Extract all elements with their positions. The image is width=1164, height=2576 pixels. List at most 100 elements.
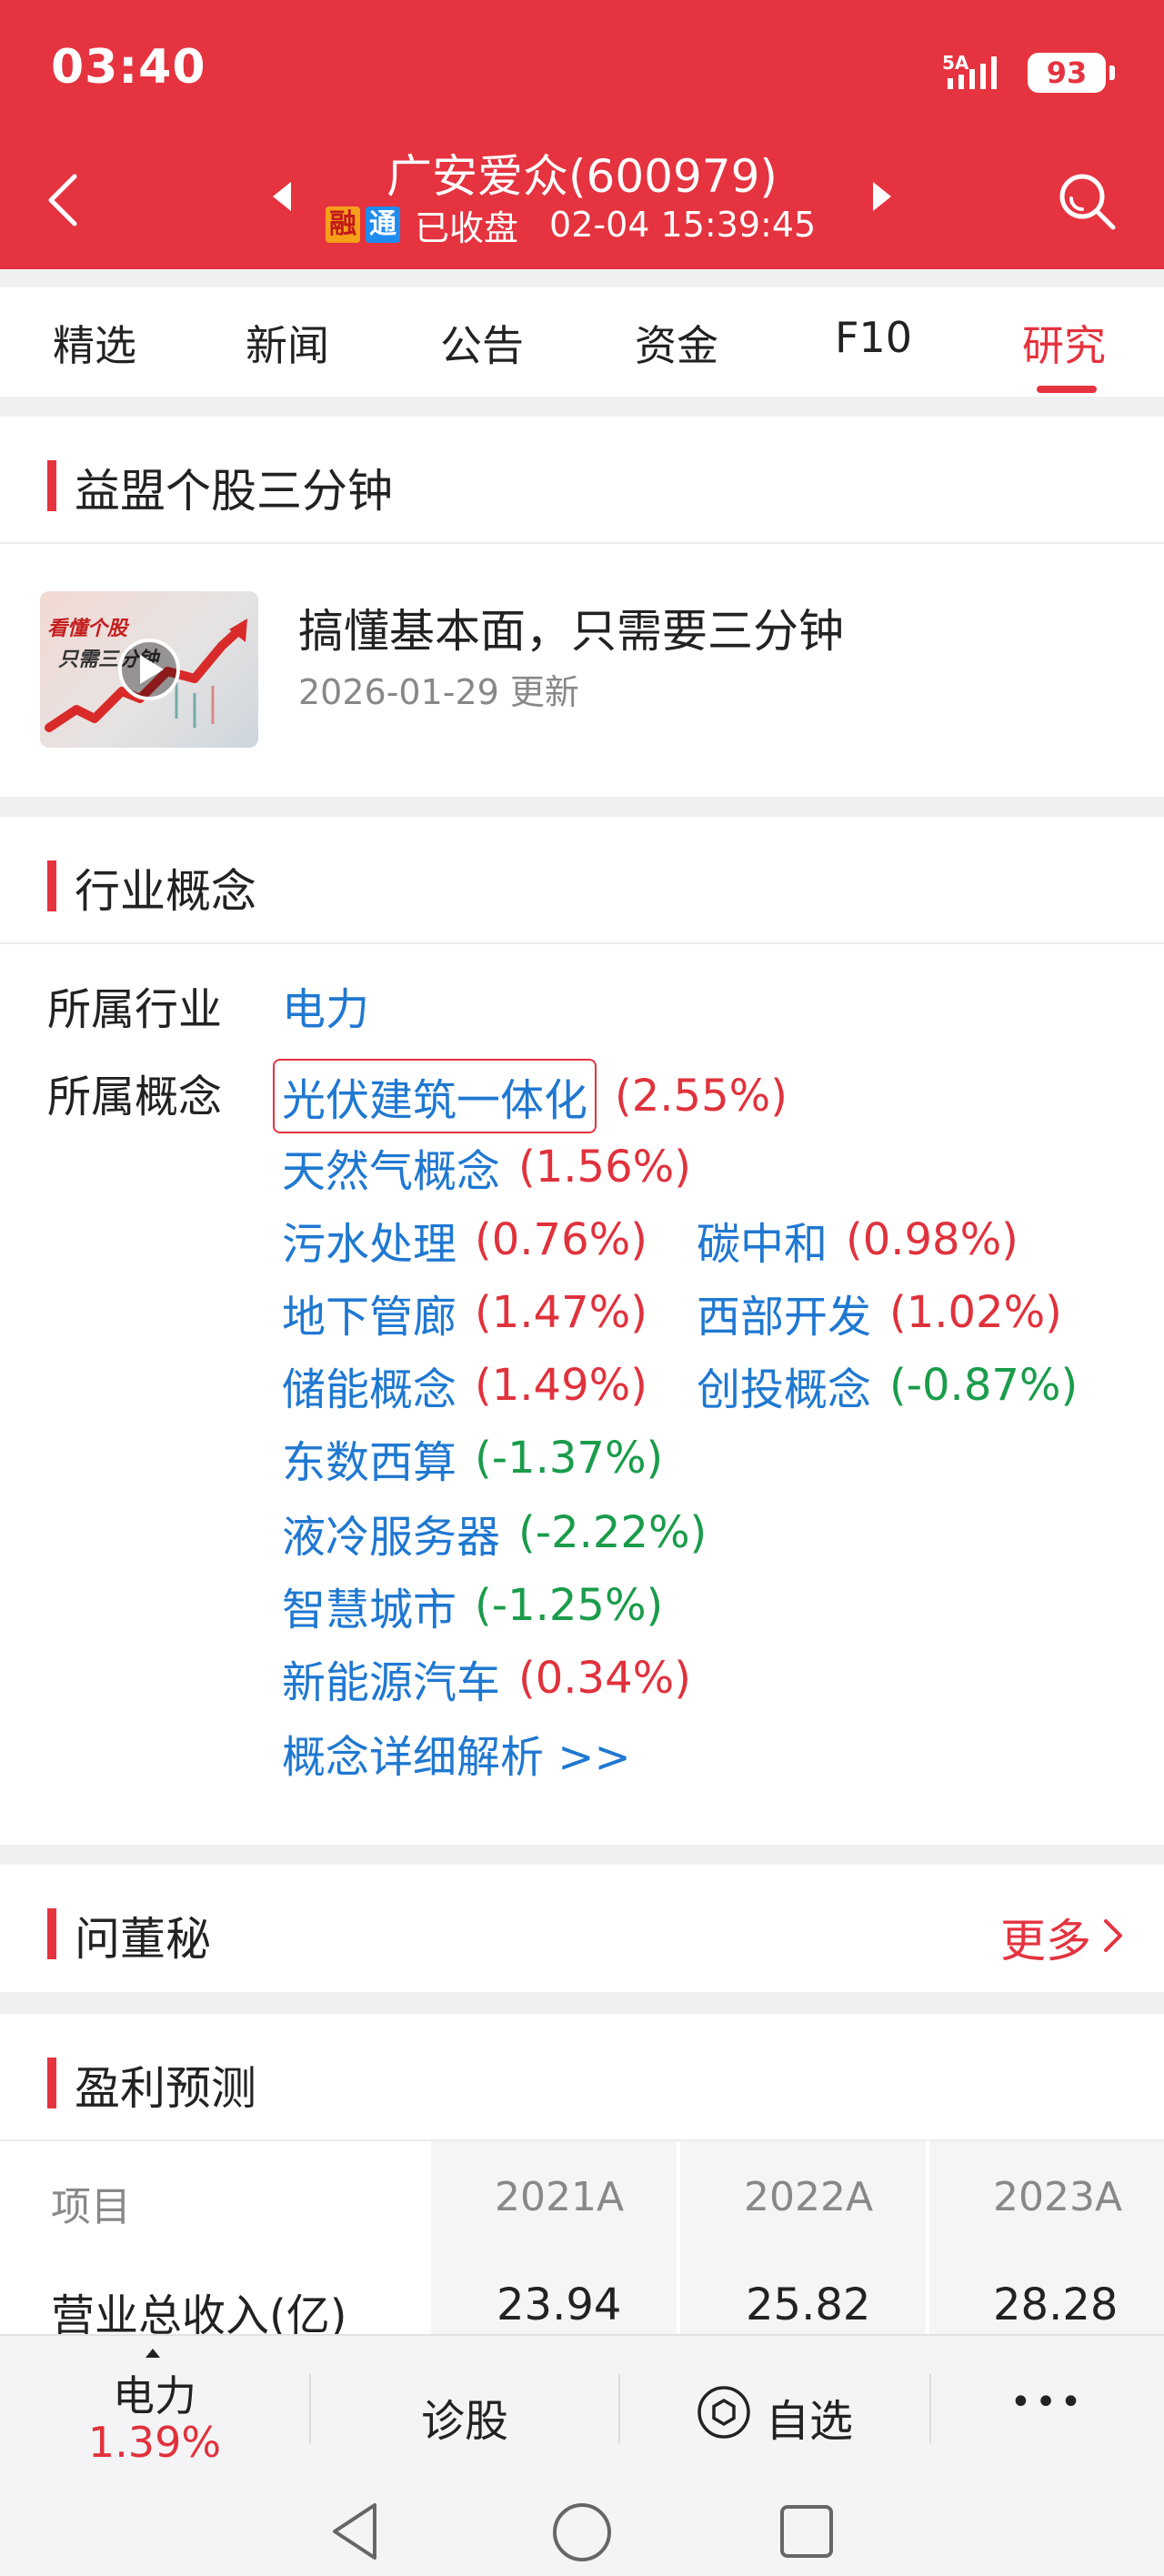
active-tab-indicator: [1037, 386, 1097, 393]
stock-connect-badge: 通: [366, 206, 400, 243]
concept-row-3: 污水处理 (0.76%) 碳中和 (0.98%): [282, 1208, 1018, 1272]
concept-row-9: 新能源汽车 (0.34%): [282, 1646, 691, 1710]
stock-subtitle: 融 通 已收盘 02-04 15:39:45: [326, 202, 817, 248]
concept-name[interactable]: 创投概念: [697, 1353, 871, 1417]
concept-name[interactable]: 西部开发: [697, 1281, 871, 1344]
section-title: 盈利预测: [75, 2062, 256, 2115]
concept-change: (-2.22%): [518, 1507, 707, 1558]
market-status: 已收盘: [415, 207, 519, 248]
industry-row: 电力: [282, 973, 369, 1037]
concept-name[interactable]: 智慧城市: [282, 1574, 457, 1637]
concept-name[interactable]: 储能概念: [282, 1353, 457, 1417]
concept-name[interactable]: 液冷服务器: [282, 1501, 500, 1565]
concept-detail-row: 概念详细解析 >>: [282, 1721, 631, 1785]
concept-change: (0.76%): [475, 1214, 647, 1265]
yimeng-section: 益盟个股三分钟 看懂个股 只需三分钟 搞懂基本面，只需要三分钟 2026-01-…: [0, 417, 1164, 797]
concept-change: (1.47%): [475, 1287, 647, 1338]
industry-concept-section: 行业概念 所属行业 电力 所属概念 光伏建筑一体化 (2.55%) 天然气概念 …: [0, 817, 1164, 1845]
tab-news[interactable]: 新闻: [246, 313, 329, 373]
diagnose-button[interactable]: 诊股: [311, 2336, 618, 2487]
nav-recents-icon[interactable]: [778, 2503, 835, 2560]
tab-f10[interactable]: F10: [835, 313, 912, 362]
concept-row-7: 液冷服务器 (-2.22%): [282, 1501, 707, 1565]
concept-label: 所属概念: [47, 1072, 223, 1122]
concept-detail-link[interactable]: 概念详细解析 >>: [282, 1721, 631, 1785]
section-accent-bar: [47, 460, 56, 511]
tab-jingxuan[interactable]: 精选: [53, 313, 136, 373]
tab-research[interactable]: 研究: [1022, 313, 1106, 373]
industry-label: 所属行业: [47, 984, 223, 1035]
nav-home-icon[interactable]: [551, 2501, 613, 2563]
concept-name[interactable]: 天然气概念: [282, 1135, 500, 1199]
battery-tip: [1109, 65, 1115, 80]
concept-name[interactable]: 污水处理: [282, 1208, 457, 1272]
industry-value[interactable]: 电力: [282, 973, 369, 1037]
table-header-year: 2022A: [744, 2174, 874, 2220]
network-label: 5A: [942, 52, 969, 74]
sector-button[interactable]: 电力 1.39%: [0, 2336, 309, 2487]
table-cell: 23.94: [497, 2279, 622, 2330]
video-updated-date: 2026-01-29 更新: [298, 672, 579, 712]
quote-datetime: 02-04 15:39:45: [549, 205, 817, 245]
watchlist-icon: [697, 2386, 750, 2439]
table-cell: 28.28: [993, 2279, 1119, 2330]
table-header-year: 2021A: [495, 2174, 625, 2220]
concept-change: (0.98%): [845, 1214, 1018, 1265]
nav-back-icon[interactable]: [327, 2500, 384, 2563]
section-accent-bar: [47, 2058, 56, 2108]
section-title: 问董秘: [75, 1913, 211, 1966]
thumbnail-graphic: 看懂个股 只需三分钟: [45, 617, 247, 732]
prev-stock-icon[interactable]: [269, 178, 295, 215]
diagnose-label: 诊股: [420, 2396, 508, 2447]
thumbnail-text-1: 看懂个股: [47, 617, 130, 640]
concept-row-5: 储能概念 (1.49%) 创投概念 (-0.87%): [282, 1353, 1078, 1417]
section-title: 行业概念: [75, 865, 256, 918]
video-title[interactable]: 搞懂基本面，只需要三分钟: [298, 595, 844, 660]
concept-row-4: 地下管廊 (1.47%) 西部开发 (1.02%): [282, 1281, 1062, 1344]
concept-row-6: 东数西算 (-1.37%): [282, 1426, 663, 1490]
more-options-button[interactable]: •••: [931, 2336, 1164, 2487]
search-icon[interactable]: [1051, 166, 1124, 238]
concept-name[interactable]: 地下管廊: [282, 1281, 457, 1344]
section-header: 问董秘 更多: [0, 1865, 1164, 1992]
table-cell: 25.82: [746, 2279, 871, 2330]
watchlist-label: 自选: [766, 2396, 854, 2447]
tab-announcements[interactable]: 公告: [440, 313, 524, 373]
concept-name[interactable]: 东数西算: [282, 1426, 457, 1490]
section-header: 行业概念: [0, 817, 1164, 944]
concept-row-2: 天然气概念 (1.56%): [282, 1135, 691, 1199]
concept-name[interactable]: 碳中和: [697, 1208, 828, 1272]
back-arrow-icon[interactable]: [36, 164, 91, 236]
margin-trading-badge: 融: [326, 206, 360, 243]
video-thumbnail[interactable]: 看懂个股 只需三分钟: [40, 591, 258, 748]
more-dots-icon: •••: [1009, 2381, 1086, 2423]
bottom-action-bar: 电力 1.39% 诊股 自选 •••: [0, 2334, 1164, 2487]
chevron-right-icon[interactable]: [1100, 1916, 1126, 1956]
table-header-year: 2023A: [993, 2174, 1123, 2220]
system-navigation-bar: [0, 2485, 1164, 2576]
concept-change: (1.49%): [475, 1360, 647, 1411]
section-accent-bar: [47, 860, 56, 911]
tab-bar: 精选 新闻 公告 资金 F10 研究: [0, 287, 1164, 397]
concept-row-1: 光伏建筑一体化 (2.55%): [273, 1059, 788, 1133]
tab-funds[interactable]: 资金: [635, 313, 718, 373]
caret-up-icon: [146, 2349, 160, 2358]
signal-icon: 5A: [942, 52, 997, 89]
section-title: 益盟个股三分钟: [75, 465, 393, 518]
battery-icon: 93: [1028, 53, 1106, 93]
concept-name[interactable]: 新能源汽车: [282, 1646, 500, 1710]
more-link[interactable]: 更多: [1000, 1905, 1091, 1970]
concept-change: (1.56%): [518, 1142, 691, 1192]
concept-change: (-1.37%): [475, 1433, 664, 1484]
table-row-label: 营业总收入(亿): [51, 2290, 347, 2334]
sector-name: 电力: [113, 2371, 196, 2420]
next-stock-icon[interactable]: [869, 178, 895, 215]
concept-change: (-0.87%): [888, 1360, 1079, 1411]
stock-title: 广安爱众(600979): [386, 150, 778, 203]
concept-name[interactable]: 光伏建筑一体化: [273, 1059, 597, 1133]
watchlist-button[interactable]: 自选: [620, 2336, 929, 2487]
section-header: 盈利预测: [0, 2014, 1164, 2141]
table-header-item: 项目: [51, 2184, 131, 2230]
concept-change: (2.55%): [615, 1071, 788, 1122]
section-header: 益盟个股三分钟: [0, 417, 1164, 544]
